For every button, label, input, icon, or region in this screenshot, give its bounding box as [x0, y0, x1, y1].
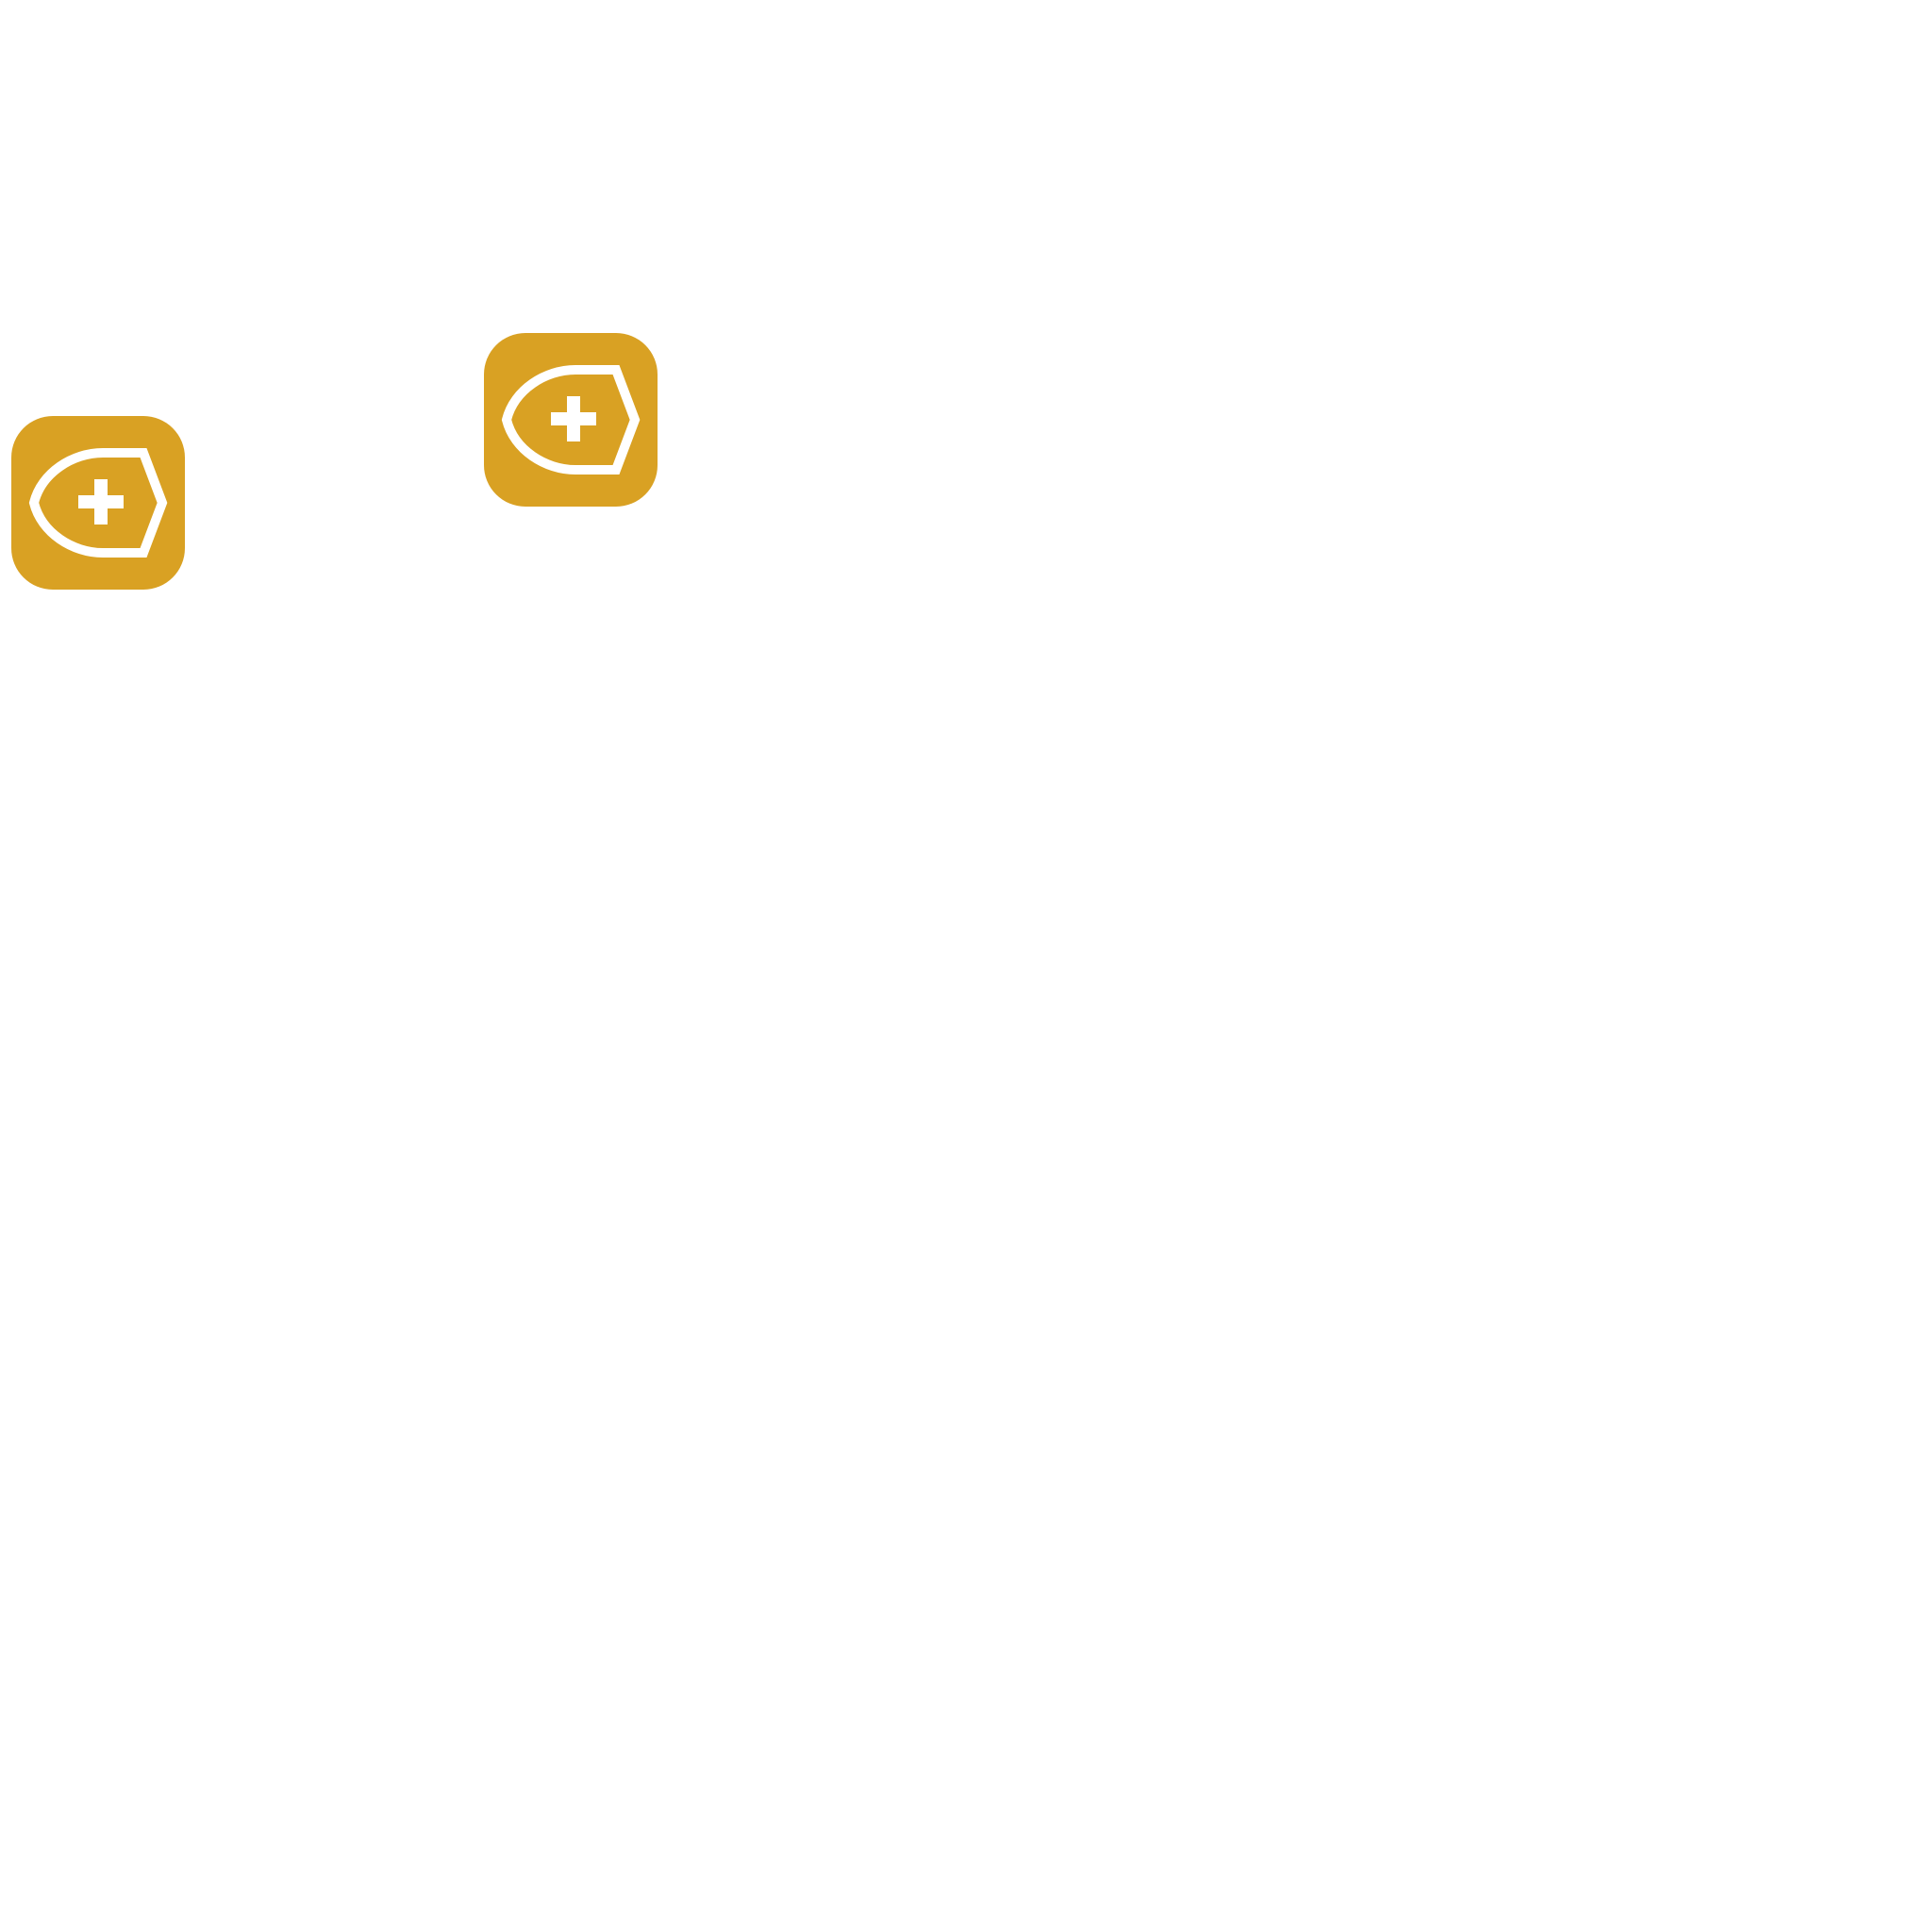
desktop-canvas — [0, 0, 1932, 1932]
app-icon[interactable] — [484, 333, 658, 507]
pill-plus-icon — [484, 333, 658, 507]
app-icon[interactable] — [11, 416, 185, 590]
pill-plus-icon — [11, 416, 185, 590]
